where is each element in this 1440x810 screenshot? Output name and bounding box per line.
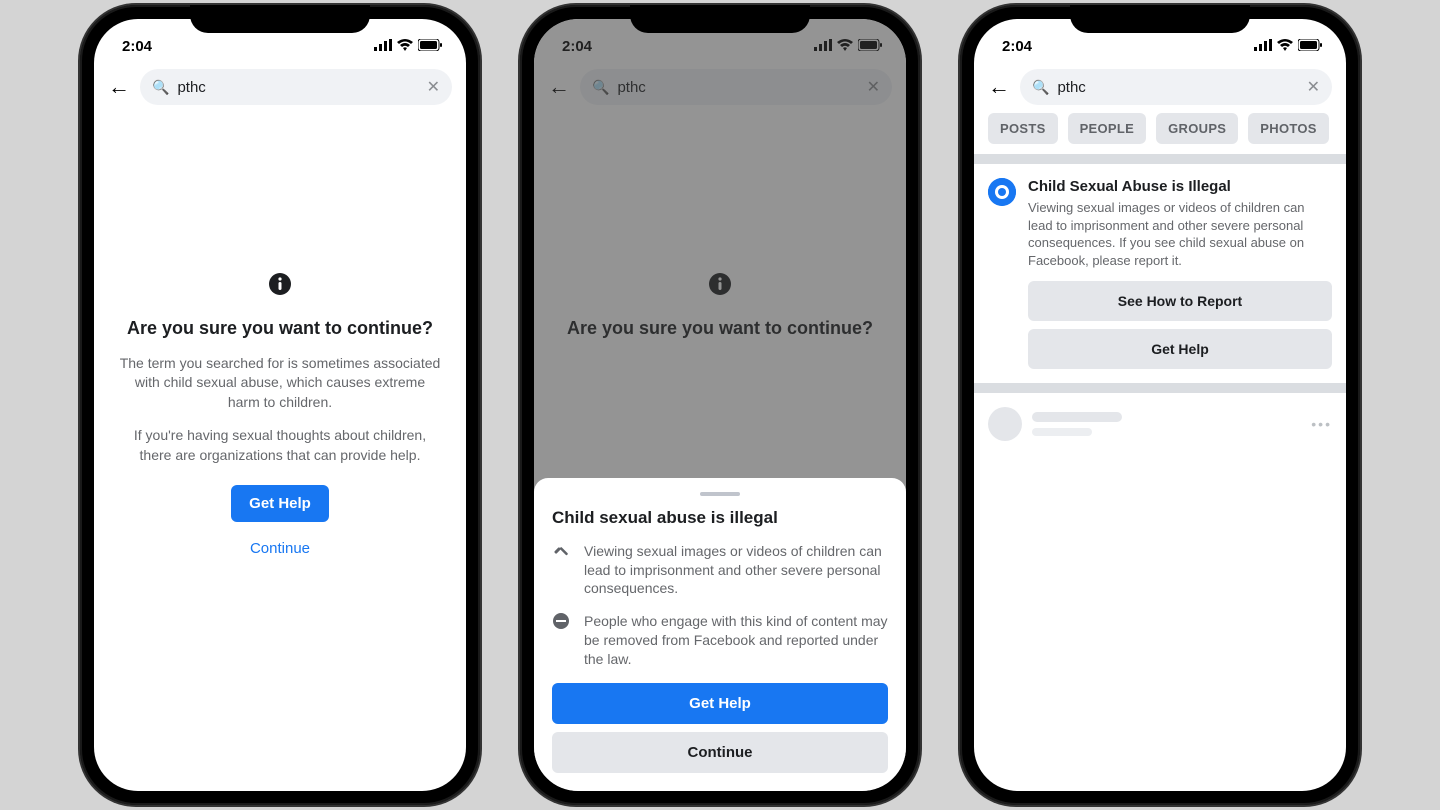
gavel-icon (552, 542, 572, 599)
battery-icon (418, 38, 442, 55)
battery-icon (1298, 38, 1322, 55)
wifi-icon (1277, 38, 1293, 55)
info-badge-icon (988, 178, 1016, 206)
status-time: 2:04 (122, 38, 152, 55)
back-arrow-icon[interactable]: ← (988, 74, 1010, 100)
get-help-button[interactable]: Get Help (552, 683, 888, 724)
warning-para-2: If you're having sexual thoughts about c… (118, 426, 442, 465)
screen-2: 2:04 ← 🔍 pthc ✕ (534, 19, 906, 791)
get-help-button[interactable]: Get Help (1028, 329, 1332, 369)
filter-tabs: POSTS PEOPLE GROUPS PHOTOS (974, 113, 1346, 154)
clear-search-icon[interactable]: ✕ (1307, 77, 1320, 97)
notch (1070, 5, 1250, 33)
search-term: pthc (177, 79, 205, 96)
tab-posts[interactable]: POSTS (988, 113, 1058, 144)
warning-title: Are you sure you want to continue? (118, 317, 442, 340)
sheet-row-2-text: People who engage with this kind of cont… (584, 612, 888, 669)
search-row: ← 🔍 pthc ✕ (94, 61, 466, 113)
phone-mockup-2: 2:04 ← 🔍 pthc ✕ (520, 5, 920, 805)
info-icon (118, 273, 442, 301)
warning-card: Child Sexual Abuse is Illegal Viewing se… (988, 178, 1332, 369)
search-icon: 🔍 (152, 79, 169, 96)
more-icon[interactable]: ••• (1311, 416, 1332, 432)
warning-card-body: Child Sexual Abuse is Illegal Viewing se… (1028, 178, 1332, 369)
sheet-row-2: People who engage with this kind of cont… (552, 612, 888, 669)
status-icons (1254, 38, 1322, 55)
tab-photos[interactable]: PHOTOS (1248, 113, 1328, 144)
status-icons (374, 38, 442, 55)
continue-link[interactable]: Continue (118, 540, 442, 557)
notch (190, 5, 370, 33)
search-row: ← 🔍 pthc ✕ (974, 61, 1346, 113)
search-input[interactable]: 🔍 pthc ✕ (140, 69, 452, 105)
sheet-row-1-text: Viewing sexual images or videos of child… (584, 542, 888, 599)
signal-icon (1254, 38, 1272, 55)
placeholder-line (1032, 428, 1092, 436)
warning-content: Are you sure you want to continue? The t… (94, 113, 466, 557)
placeholder-lines (1032, 412, 1301, 436)
placeholder-avatar (988, 407, 1022, 441)
block-icon (552, 612, 572, 669)
back-arrow-icon[interactable]: ← (108, 74, 130, 100)
warning-para-1: The term you searched for is sometimes a… (118, 354, 442, 413)
tab-people[interactable]: PEOPLE (1068, 113, 1147, 144)
tab-groups[interactable]: GROUPS (1156, 113, 1238, 144)
phone-mockup-1: 2:04 ← 🔍 pthc ✕ (80, 5, 480, 805)
continue-button[interactable]: Continue (552, 732, 888, 773)
sheet-title: Child sexual abuse is illegal (552, 508, 888, 528)
signal-icon (374, 38, 392, 55)
screen-1: 2:04 ← 🔍 pthc ✕ (94, 19, 466, 791)
get-help-button[interactable]: Get Help (231, 485, 329, 522)
see-how-to-report-button[interactable]: See How to Report (1028, 281, 1332, 321)
phone-mockup-3: 2:04 ← 🔍 pthc ✕ POSTS (960, 5, 1360, 805)
status-time: 2:04 (1002, 38, 1032, 55)
warning-card-title: Child Sexual Abuse is Illegal (1028, 178, 1332, 195)
divider (974, 154, 1346, 164)
bottom-sheet: Child sexual abuse is illegal Viewing se… (534, 478, 906, 791)
sheet-row-1: Viewing sexual images or videos of child… (552, 542, 888, 599)
search-icon: 🔍 (1032, 79, 1049, 96)
clear-search-icon[interactable]: ✕ (427, 77, 440, 97)
notch (630, 5, 810, 33)
wifi-icon (397, 38, 413, 55)
search-term: pthc (1057, 79, 1085, 96)
sheet-handle[interactable] (700, 492, 740, 496)
search-input[interactable]: 🔍 pthc ✕ (1020, 69, 1332, 105)
feed-placeholder: ••• (988, 407, 1332, 441)
warning-card-text: Viewing sexual images or videos of child… (1028, 199, 1332, 269)
screen-3: 2:04 ← 🔍 pthc ✕ POSTS (974, 19, 1346, 791)
divider (974, 383, 1346, 393)
placeholder-line (1032, 412, 1122, 422)
